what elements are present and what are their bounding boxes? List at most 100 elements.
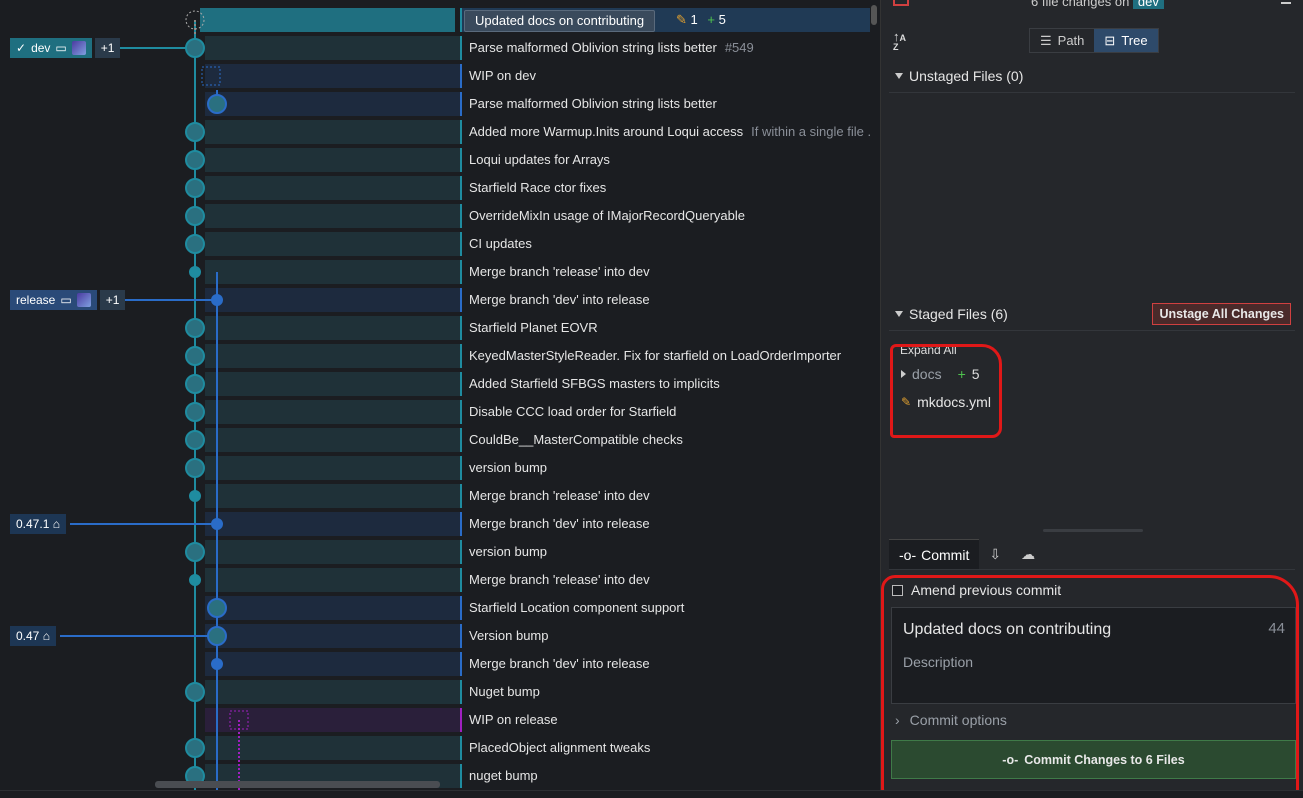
commit-node[interactable] <box>207 626 227 646</box>
head-commit-message[interactable]: Updated docs on contributing <box>464 10 656 32</box>
path-view-button[interactable]: ☰ Path <box>1030 29 1094 52</box>
amend-checkbox-row[interactable]: Amend previous commit <box>892 582 1061 598</box>
commit-node[interactable] <box>185 738 205 758</box>
commit-message: WIP on dev <box>469 68 536 83</box>
commit-tabs: -o- Commit ⇩ ☁ <box>889 539 1045 570</box>
tree-file-mkdocs[interactable]: ✎ mkdocs.yml <box>901 394 991 410</box>
tab-push[interactable]: ☁ <box>1011 539 1045 570</box>
avatar <box>76 293 91 307</box>
tag-icon: ⌂ <box>42 629 50 643</box>
cloud-icon: ☁ <box>1021 546 1036 562</box>
tree-folder-docs[interactable]: docs + 5 <box>901 366 980 382</box>
amend-checkbox[interactable] <box>892 584 903 596</box>
tree-icon: ⊟ <box>1104 33 1116 48</box>
commit-message: CouldBe__MasterCompatible checks <box>469 432 683 447</box>
commit-message: Disable CCC load order for Starfield <box>469 404 677 419</box>
pencil-icon: ✎ <box>901 395 912 409</box>
commit-description-input[interactable]: Description <box>903 654 973 670</box>
tab-commit[interactable]: -o- Commit <box>889 539 980 570</box>
commit-node[interactable] <box>185 682 205 702</box>
tab-stash[interactable]: ⇩ <box>979 539 1011 570</box>
commit-message: WIP on release <box>469 712 558 727</box>
merge-node[interactable] <box>211 658 223 670</box>
commit-node[interactable] <box>185 38 205 58</box>
commit-message: Version bump <box>469 628 549 643</box>
commit-changes-button[interactable]: -o- Commit Changes to 6 Files <box>891 740 1296 779</box>
commit-node[interactable] <box>185 122 205 142</box>
commit-summary-input[interactable]: Updated docs on contributing <box>903 621 1111 639</box>
merge-node[interactable] <box>211 294 223 306</box>
commit-message: Parse malformed Oblivion string lists be… <box>469 40 754 55</box>
commit-message: KeyedMasterStyleReader. Fix for starfiel… <box>469 348 842 363</box>
list-icon: ☰ <box>1040 33 1052 48</box>
commit-message: Merge branch 'dev' into release <box>469 656 650 671</box>
discard-icon[interactable] <box>893 0 909 6</box>
commit-node[interactable] <box>185 206 205 226</box>
commit-node[interactable] <box>185 402 205 422</box>
laptop-icon: ▭ <box>55 41 67 55</box>
commit-message: version bump <box>469 544 548 559</box>
branch-ref-dev[interactable]: ✓ dev ▭ +1 <box>10 38 121 58</box>
commit-options-toggle[interactable]: › Commit options <box>895 712 1007 728</box>
commit-message: Merge branch 'release' into dev <box>469 264 650 279</box>
commit-message: nuget bump <box>469 768 538 783</box>
staged-files-header[interactable]: Staged Files (6) <box>895 306 1008 322</box>
caret-down-icon <box>895 73 903 79</box>
horizontal-scrollbar[interactable] <box>155 781 440 788</box>
commit-message-box[interactable]: Updated docs on contributing 44 Descript… <box>891 607 1296 704</box>
caret-down-icon <box>895 311 903 317</box>
unstaged-files-header[interactable]: Unstaged Files (0) <box>895 68 1023 84</box>
merge-node[interactable] <box>211 518 223 530</box>
head-change-stats: ✎ 1 + 5 <box>676 12 726 27</box>
commit-icon: -o- <box>1002 752 1019 767</box>
pencil-icon: ✎ <box>676 12 687 27</box>
tree-view-button[interactable]: ⊟ Tree <box>1094 29 1158 52</box>
commit-node[interactable] <box>185 430 205 450</box>
commit-message: CI updates <box>469 236 532 251</box>
commit-node[interactable] <box>185 542 205 562</box>
stash-node[interactable] <box>201 66 221 86</box>
merge-node[interactable] <box>189 574 201 586</box>
vertical-scrollbar[interactable] <box>870 0 878 790</box>
commit-graph-panel[interactable]: Updated docs on contributing ✎ 1 + 5 Par… <box>0 0 870 790</box>
commit-message: version bump <box>469 460 548 475</box>
branch-ref-release[interactable]: release ▭ +1 <box>10 290 126 310</box>
panel-splitter[interactable] <box>1043 529 1143 532</box>
expand-all-link[interactable]: Expand All <box>900 343 957 357</box>
commit-message: Parse malformed Oblivion string lists be… <box>469 96 717 111</box>
app-window: Updated docs on contributing ✎ 1 + 5 Par… <box>0 0 1303 798</box>
view-toggle: ☰ Path ⊟ Tree <box>1029 28 1159 53</box>
tag-icon: ⌂ <box>52 517 60 531</box>
graph-lanes <box>60 10 249 790</box>
avatar <box>71 41 86 55</box>
merge-node[interactable] <box>189 490 201 502</box>
commit-message: Starfield Race ctor fixes <box>469 180 607 195</box>
commit-message: OverrideMixIn usage of IMajorRecordQuery… <box>469 208 746 223</box>
commit-node[interactable] <box>185 318 205 338</box>
laptop-icon: ▭ <box>60 293 72 307</box>
sort-az-icon[interactable]: ↑A Z <box>893 30 906 52</box>
commit-node[interactable] <box>207 94 227 114</box>
unstage-all-button[interactable]: Unstage All Changes <box>1152 303 1291 325</box>
tag-ref-0-47[interactable]: 0.47 ⌂ <box>10 626 56 646</box>
commit-message: Added more Warmup.Inits around Loqui acc… <box>469 124 870 139</box>
commit-message: Starfield Planet EOVR <box>469 320 598 335</box>
caret-right-icon <box>901 370 906 378</box>
commit-node[interactable] <box>185 346 205 366</box>
commit-message: Starfield Location component support <box>469 600 685 615</box>
file-changes-panel: 6 file changes on dev ↑A Z ☰ Path ⊟ Tree Un… <box>880 0 1303 798</box>
tag-ref-0-47-1[interactable]: 0.47.1 ⌂ <box>10 514 66 534</box>
commit-node[interactable] <box>207 598 227 618</box>
commit-message: Merge branch 'release' into dev <box>469 572 650 587</box>
commit-message: Added Starfield SFBGS masters to implici… <box>469 376 720 391</box>
merge-node[interactable] <box>189 266 201 278</box>
plus-icon: + <box>707 12 715 27</box>
commit-node[interactable] <box>185 374 205 394</box>
commit-node[interactable] <box>185 178 205 198</box>
commit-node[interactable] <box>185 234 205 254</box>
commit-message: Merge branch 'release' into dev <box>469 488 650 503</box>
summary-char-count: 44 <box>1268 620 1285 637</box>
download-icon[interactable] <box>1281 0 1291 4</box>
commit-node[interactable] <box>185 150 205 170</box>
commit-node[interactable] <box>185 458 205 478</box>
